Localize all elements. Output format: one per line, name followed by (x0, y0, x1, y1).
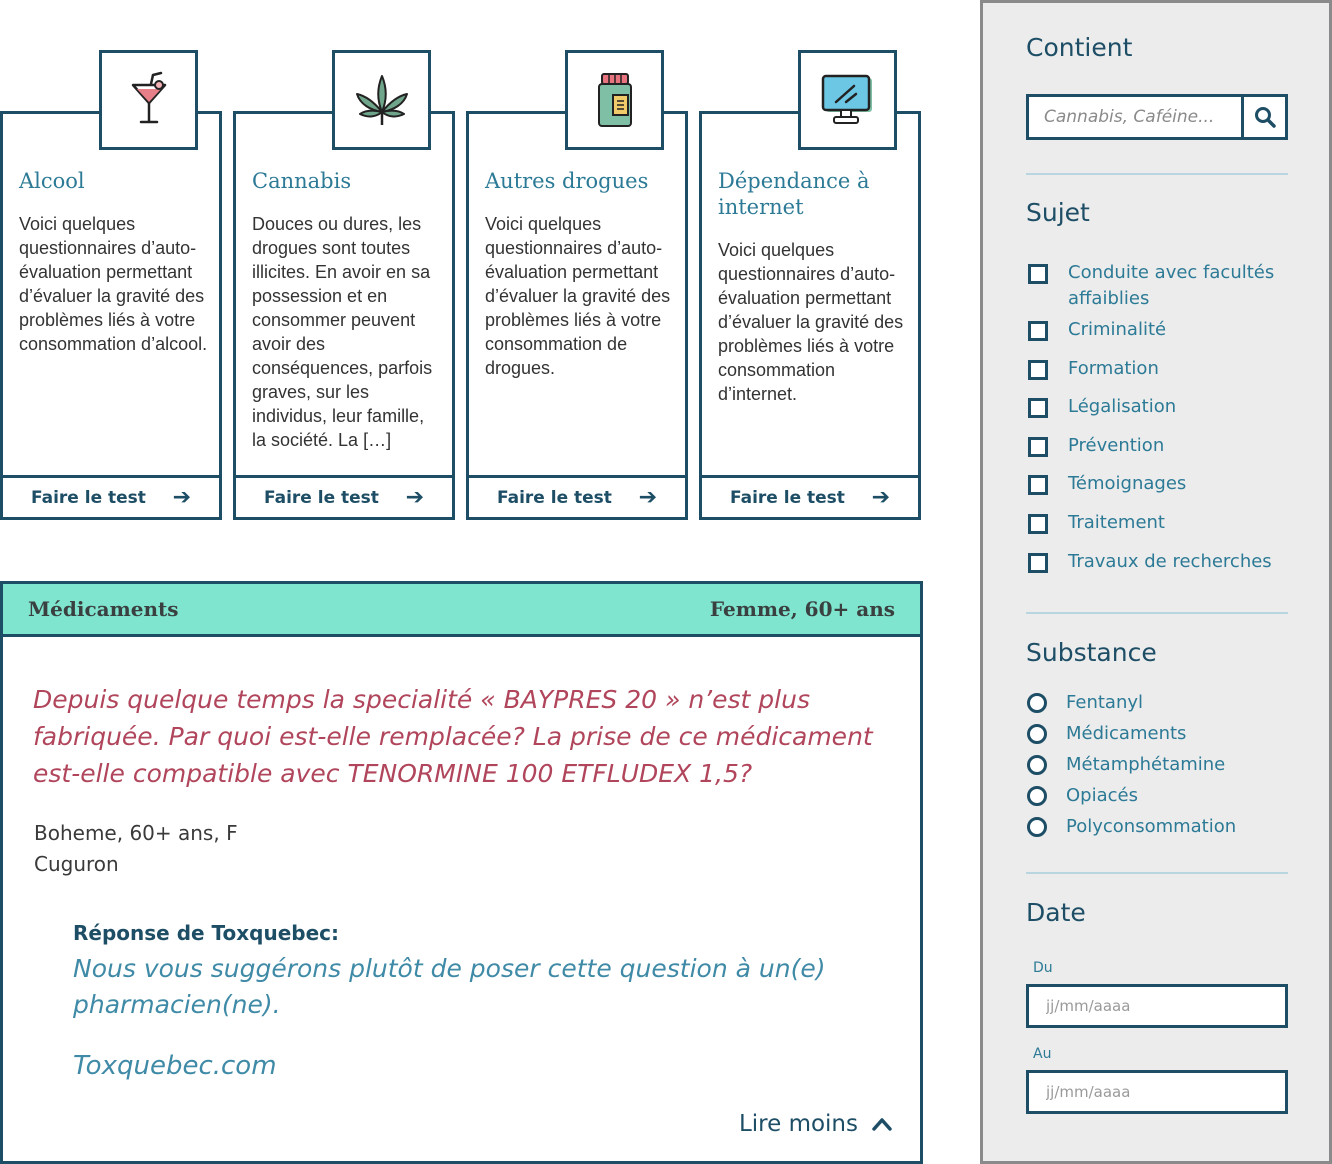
radio-label: Opiacés (1066, 785, 1138, 806)
checkbox[interactable] (1028, 360, 1048, 380)
take-test-button[interactable]: Faire le test ➔ (3, 475, 219, 517)
chevron-up-icon (872, 1118, 892, 1131)
take-test-label: Faire le test (264, 487, 379, 508)
subject-checkbox[interactable]: Travaux de recherches (1028, 549, 1288, 575)
response-site: Toxquebec.com (73, 1051, 277, 1081)
checkbox-label: Légalisation (1068, 396, 1177, 417)
substance-radio[interactable]: Médicaments (1027, 723, 1186, 744)
question-header: Médicaments Femme, 60+ ans (3, 584, 920, 637)
card-alcool: Alcool Voici quelques questionnaires d’a… (0, 111, 222, 520)
question-panel: Médicaments Femme, 60+ ans Depuis quelqu… (0, 581, 923, 1164)
arrow-right-icon: ➔ (871, 485, 890, 510)
date-to-label: Au (1033, 1046, 1052, 1062)
card-title: Alcool (19, 169, 85, 193)
checkbox-label: Formation (1068, 358, 1159, 379)
date-from-input[interactable] (1026, 984, 1288, 1028)
cocktail-icon (99, 50, 198, 150)
checkbox-label: Travaux de recherches (1068, 551, 1272, 572)
contains-title: Contient (1026, 33, 1133, 62)
card-title: Dépendance à internet (718, 169, 870, 219)
subject-title: Sujet (1026, 198, 1090, 227)
radio-label: Fentanyl (1066, 692, 1144, 713)
subject-checkbox[interactable]: Formation (1028, 356, 1288, 382)
date-from-label: Du (1033, 960, 1053, 976)
take-test-button[interactable]: Faire le test ➔ (236, 475, 452, 517)
checkbox-label: Conduite avec facultés affaiblies (1068, 262, 1275, 309)
author-location: Cuguron (34, 852, 119, 876)
author-name: Boheme, 60+ ans, F (34, 821, 238, 845)
card-title: Cannabis (252, 169, 352, 193)
response-label: Réponse de Toxquebec: (73, 921, 340, 945)
question-profile: Femme, 60+ ans (709, 597, 895, 621)
card-title: Autres drogues (485, 169, 649, 193)
take-test-label: Faire le test (31, 487, 146, 508)
take-test-label: Faire le test (497, 487, 612, 508)
date-title: Date (1026, 898, 1086, 927)
substance-radio[interactable]: Métamphétamine (1027, 754, 1225, 775)
checkbox[interactable] (1028, 514, 1048, 534)
subject-checkbox[interactable]: Traitement (1028, 510, 1288, 536)
date-to-input[interactable] (1026, 1070, 1288, 1114)
arrow-right-icon: ➔ (638, 485, 657, 510)
arrow-right-icon: ➔ (172, 485, 191, 510)
search-button[interactable] (1241, 97, 1285, 137)
search-input[interactable] (1029, 97, 1241, 137)
question-text: Depuis quelque temps la specialité « BAY… (33, 685, 873, 788)
radio-button[interactable] (1027, 816, 1047, 837)
subject-checkbox[interactable]: Conduite avec facultés affaiblies (1028, 260, 1288, 312)
checkbox[interactable] (1028, 398, 1048, 418)
checkbox[interactable] (1028, 475, 1048, 495)
filter-sidebar: Contient Sujet Conduite avec facultés af… (980, 0, 1332, 1164)
read-less-button[interactable]: Lire moins (739, 1111, 892, 1137)
checkbox[interactable] (1028, 437, 1048, 457)
divider (1026, 872, 1288, 874)
radio-label: Médicaments (1066, 723, 1187, 744)
search-icon (1254, 107, 1276, 128)
radio-label: Métamphétamine (1066, 754, 1226, 775)
card-description: Voici quelques questionnaires d’auto-éva… (718, 240, 904, 404)
arrow-right-icon: ➔ (405, 485, 424, 510)
take-test-button[interactable]: Faire le test ➔ (702, 475, 918, 517)
substance-radio[interactable]: Opiacés (1027, 785, 1138, 806)
read-less-label: Lire moins (738, 1111, 858, 1137)
checkbox[interactable] (1028, 264, 1048, 284)
substance-radio[interactable]: Fentanyl (1027, 692, 1143, 713)
response-text: Nous vous suggérons plutôt de poser cett… (73, 954, 826, 1019)
card-cannabis: Cannabis Douces ou dures, les drogues so… (233, 111, 455, 520)
cannabis-leaf-icon (332, 50, 431, 150)
computer-monitor-icon (798, 50, 897, 150)
card-dependance-internet: Dépendance à internet Voici quelques que… (699, 111, 921, 520)
card-description: Voici quelques questionnaires d’auto-éva… (485, 214, 671, 378)
divider (1026, 173, 1288, 175)
checkbox-label: Témoignages (1068, 473, 1187, 494)
checkbox-label: Traitement (1068, 512, 1165, 533)
checkbox[interactable] (1028, 553, 1048, 573)
subject-checkbox[interactable]: Légalisation (1028, 394, 1288, 420)
checkbox[interactable] (1028, 321, 1048, 341)
card-autres-drogues: Autres drogues Voici quelques questionna… (466, 111, 688, 520)
radio-button[interactable] (1027, 785, 1047, 806)
substance-title: Substance (1026, 638, 1157, 667)
divider (1026, 612, 1288, 614)
subject-checkbox[interactable]: Criminalité (1028, 317, 1288, 343)
checkbox-label: Prévention (1068, 435, 1165, 456)
radio-label: Polyconsommation (1066, 816, 1237, 837)
radio-button[interactable] (1027, 692, 1047, 713)
search-box (1026, 94, 1288, 140)
pill-bottle-icon (565, 50, 664, 150)
card-description: Douces ou dures, les drogues sont toutes… (252, 214, 433, 450)
subject-checkbox[interactable]: Témoignages (1028, 471, 1288, 497)
subject-checkbox[interactable]: Prévention (1028, 433, 1288, 459)
take-test-button[interactable]: Faire le test ➔ (469, 475, 685, 517)
question-category: Médicaments (28, 597, 179, 621)
take-test-label: Faire le test (730, 487, 845, 508)
radio-button[interactable] (1027, 754, 1047, 775)
card-description: Voici quelques questionnaires d’auto-éva… (19, 214, 208, 354)
substance-radio[interactable]: Polyconsommation (1027, 816, 1236, 837)
radio-button[interactable] (1027, 723, 1047, 744)
checkbox-label: Criminalité (1068, 319, 1167, 340)
